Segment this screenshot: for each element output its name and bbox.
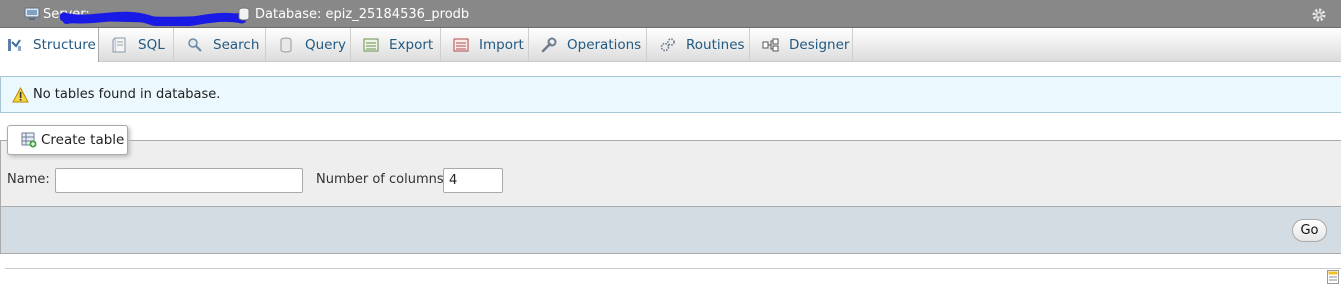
- tab-designer[interactable]: Designer: [750, 28, 853, 62]
- structure-icon: [8, 39, 21, 51]
- tab-operations-label: Operations: [567, 37, 642, 53]
- tab-structure[interactable]: Structure: [0, 28, 99, 62]
- tab-search[interactable]: Search: [174, 28, 266, 62]
- create-table-legend-label: Create table: [41, 132, 125, 148]
- tab-import[interactable]: Import: [441, 28, 529, 62]
- database-icon: [238, 7, 250, 21]
- create-table-legend: Create table: [7, 125, 128, 155]
- wrench-icon: [541, 37, 557, 53]
- server-breadcrumb-bar: Server: Database: epiz_25184536_prodb: [0, 0, 1341, 28]
- tab-query[interactable]: Query: [266, 28, 351, 62]
- sql-icon: [112, 37, 126, 53]
- console-icon[interactable]: [1327, 270, 1339, 284]
- tab-sql[interactable]: SQL: [99, 28, 174, 62]
- warning-icon: [12, 86, 29, 102]
- create-table-icon: [21, 132, 37, 148]
- gear-icon[interactable]: [1311, 7, 1327, 23]
- tab-import-label: Import: [479, 37, 524, 53]
- divider: [5, 268, 1341, 269]
- redaction-scribble: [60, 11, 246, 26]
- routines-icon: [660, 38, 675, 52]
- no-tables-notice: No tables found in database.: [0, 76, 1341, 113]
- search-icon: [188, 38, 202, 52]
- tab-structure-label: Structure: [33, 37, 96, 53]
- notice-text: No tables found in database.: [33, 87, 221, 102]
- server-icon: [24, 7, 40, 20]
- tab-query-label: Query: [305, 37, 347, 53]
- tab-operations[interactable]: Operations: [529, 28, 647, 62]
- tab-routines[interactable]: Routines: [647, 28, 750, 62]
- database-label: Database: epiz_25184536_prodb: [255, 6, 470, 22]
- database-tab-bar: Structure SQL Search Query Export Import…: [0, 28, 1341, 62]
- import-icon: [453, 38, 469, 52]
- tab-export[interactable]: Export: [351, 28, 441, 62]
- query-icon: [280, 37, 292, 53]
- designer-icon: [762, 38, 779, 52]
- go-button[interactable]: Go: [1292, 219, 1327, 242]
- tab-search-label: Search: [213, 37, 260, 53]
- tab-designer-label: Designer: [789, 37, 850, 53]
- tab-routines-label: Routines: [686, 37, 745, 53]
- create-table-footer: [0, 206, 1341, 254]
- table-name-label: Name:: [7, 172, 50, 187]
- number-of-columns-label: Number of columns:: [316, 172, 449, 187]
- tab-sql-label: SQL: [138, 37, 165, 53]
- breadcrumb-database[interactable]: Database: epiz_25184536_prodb: [236, 6, 469, 22]
- number-of-columns-input[interactable]: [443, 168, 503, 193]
- tab-export-label: Export: [389, 37, 434, 53]
- table-name-input[interactable]: [55, 168, 303, 193]
- export-icon: [363, 38, 379, 52]
